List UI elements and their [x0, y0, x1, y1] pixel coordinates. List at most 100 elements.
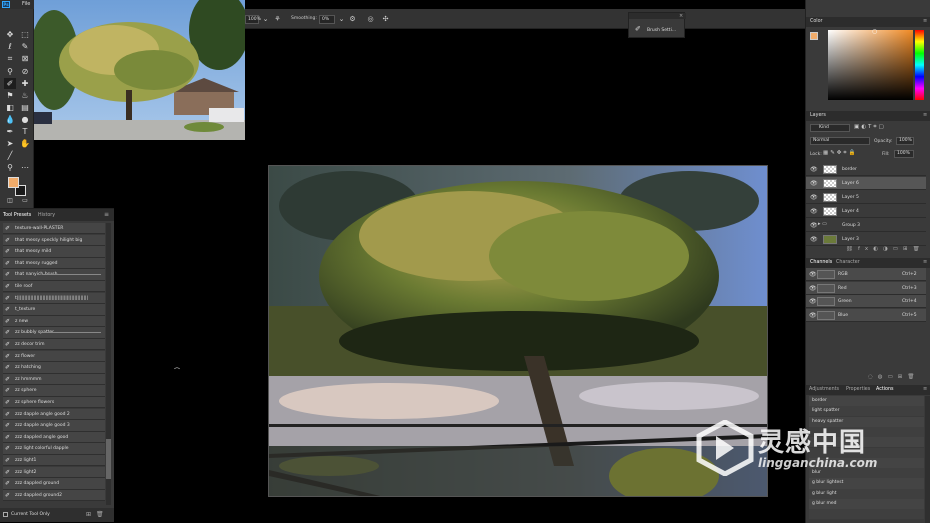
- channel-row[interactable]: 👁 Green Ctrl+4: [806, 295, 926, 308]
- quick-select-tool-icon[interactable]: ✎: [19, 41, 31, 52]
- color-panel-fg-swatch[interactable]: [810, 32, 818, 40]
- brush-settings-label[interactable]: Brush Setti...: [647, 28, 676, 33]
- pen-tool-icon[interactable]: ✒: [4, 126, 16, 137]
- list-item[interactable]: ✐ zzz dapple angle good 2: [3, 408, 105, 420]
- list-item[interactable]: ✐ zz sphere: [3, 385, 105, 397]
- path-select-tool-icon[interactable]: ➤: [4, 138, 16, 149]
- blend-mode-select[interactable]: Normal: [810, 137, 870, 145]
- eye-icon[interactable]: 👁: [810, 180, 818, 187]
- lock-icons[interactable]: ▦✎✥⌗🔒: [823, 150, 857, 157]
- lasso-tool-icon[interactable]: ℓ: [4, 41, 16, 52]
- channel-footer-icons[interactable]: ◌◍▭⊞🗑: [868, 374, 919, 380]
- layer-footer-icons[interactable]: ⛓fx◐◑▭⊞🗑: [846, 246, 925, 252]
- quick-mask-icon[interactable]: ◫: [4, 195, 16, 206]
- hue-slider[interactable]: [915, 30, 924, 100]
- fill-input[interactable]: 100%: [894, 150, 914, 158]
- list-item[interactable]: ✐ that messy mild: [3, 246, 105, 258]
- layers-panel-title[interactable]: Layers: [810, 113, 826, 118]
- zoom-tool-icon[interactable]: ⚲: [4, 162, 16, 173]
- screen-mode-icon[interactable]: ▭: [19, 195, 31, 206]
- list-item[interactable]: ✐ texture-wall-PLASTER: [3, 223, 105, 235]
- layer-filter-kind[interactable]: Kind: [810, 124, 850, 132]
- layer-row[interactable]: 👁 border: [806, 163, 926, 176]
- gradient-tool-icon[interactable]: ▤: [19, 102, 31, 113]
- tab-character[interactable]: Character: [836, 260, 860, 265]
- close-icon[interactable]: ×: [679, 13, 683, 19]
- tab-channels[interactable]: Channels: [810, 260, 832, 265]
- list-item[interactable]: ✐ that nanyich brush: [3, 269, 105, 281]
- eye-icon[interactable]: 👁: [809, 285, 817, 292]
- crop-tool-icon[interactable]: ⌗: [4, 53, 16, 64]
- list-item[interactable]: ✐ tile roof: [3, 281, 105, 293]
- eye-icon[interactable]: 👁: [810, 166, 818, 173]
- action-item[interactable]: g blur light: [809, 488, 924, 499]
- panel-menu-icon[interactable]: ≡: [923, 386, 927, 392]
- list-item[interactable]: ✐ zz hatching: [3, 362, 105, 374]
- tab-tool-presets[interactable]: Tool Presets: [3, 213, 31, 218]
- menu-file[interactable]: File: [22, 1, 30, 7]
- pressure-opacity-icon[interactable]: ◎: [366, 15, 375, 24]
- eye-icon[interactable]: 👁: [809, 271, 817, 278]
- spot-heal-tool-icon[interactable]: ✚: [19, 78, 31, 89]
- frame-tool-icon[interactable]: ⊠: [19, 53, 31, 64]
- list-item[interactable]: ✐ t||||||||||||||||||||||||||||||||||||||…: [3, 292, 105, 304]
- clone-stamp-tool-icon[interactable]: ⚑: [4, 90, 16, 101]
- document-canvas[interactable]: [268, 165, 768, 497]
- eye-icon[interactable]: 👁: [810, 208, 818, 215]
- layer-row[interactable]: 👁 ▸ ▭ Group 3: [806, 219, 926, 232]
- presets-scrollbar-thumb[interactable]: [106, 439, 111, 479]
- tab-history[interactable]: History: [38, 213, 55, 218]
- panel-menu-icon[interactable]: ≡: [923, 112, 927, 118]
- hand-tool-icon[interactable]: ✋: [19, 138, 31, 149]
- eye-icon[interactable]: 👁: [809, 312, 817, 319]
- layer-filter-icons[interactable]: ▣◐T⌗▢: [854, 124, 886, 131]
- list-item[interactable]: ✐ that messy speckly hilight big: [3, 234, 105, 246]
- brush-settings-titlebar[interactable]: [629, 13, 686, 19]
- opacity-input[interactable]: 100%: [896, 137, 914, 145]
- action-item[interactable]: border: [809, 396, 924, 407]
- eye-icon[interactable]: 👁: [810, 222, 818, 229]
- list-item[interactable]: ✐ zzz light2: [3, 466, 105, 478]
- blur-tool-icon[interactable]: 💧: [4, 114, 16, 125]
- move-tool-icon[interactable]: ✥: [4, 29, 16, 40]
- list-item[interactable]: ✐ zz sphere flowers: [3, 397, 105, 409]
- action-item[interactable]: g blur med: [809, 499, 924, 510]
- color-panel-title[interactable]: Color: [810, 19, 823, 24]
- flow-value[interactable]: 100%: [245, 15, 261, 24]
- list-item[interactable]: ✐ zzz dapple angle good 3: [3, 420, 105, 432]
- layer-row[interactable]: 👁 Layer 6: [806, 177, 926, 190]
- list-item[interactable]: ✐ zzz dappled ground: [3, 478, 105, 490]
- panel-menu-icon[interactable]: ≡: [104, 211, 109, 218]
- list-item[interactable]: ✐ t_texture: [3, 304, 105, 316]
- layer-row[interactable]: 👁 Layer 5: [806, 191, 926, 204]
- action-item[interactable]: g blur lightest: [809, 478, 924, 489]
- tab-adjustments[interactable]: Adjustments: [809, 387, 839, 392]
- brush-tool-icon[interactable]: ✐: [4, 78, 16, 89]
- actions-scrollbar[interactable]: [925, 396, 930, 523]
- current-tool-only-checkbox[interactable]: [3, 512, 8, 517]
- list-item[interactable]: ✐ zz decor trim: [3, 339, 105, 351]
- eyedropper-tool-icon[interactable]: ⚲: [4, 66, 16, 77]
- list-item[interactable]: ✐ z new: [3, 315, 105, 328]
- eraser-tool-icon[interactable]: ◧: [4, 102, 16, 113]
- channel-row[interactable]: 👁 Red Ctrl+3: [806, 281, 926, 295]
- list-item[interactable]: ✐ that messy rugged: [3, 257, 105, 270]
- list-item[interactable]: ✐ zz bubbly spatter: [3, 327, 105, 339]
- airbrush-icon[interactable]: ⚘: [273, 15, 282, 24]
- eye-icon[interactable]: 👁: [809, 298, 817, 305]
- line-tool-icon[interactable]: ╱: [4, 150, 16, 161]
- marquee-tool-icon[interactable]: ⬚: [19, 29, 31, 40]
- color-picker-marker-icon[interactable]: ○: [872, 28, 877, 35]
- channel-row[interactable]: 👁 RGB Ctrl+2: [806, 268, 926, 281]
- ruler-tool-icon[interactable]: ⊘: [19, 66, 31, 77]
- layer-row[interactable]: 👁 Layer 3: [806, 233, 926, 246]
- list-item[interactable]: ✐ zz flower: [3, 350, 105, 362]
- foreground-color-swatch[interactable]: [8, 177, 19, 188]
- symmetry-icon[interactable]: ✣: [381, 15, 390, 24]
- list-item[interactable]: ✐ zzz dappled ground2: [3, 489, 105, 502]
- list-item[interactable]: ✐ zz hmmmm: [3, 373, 105, 386]
- action-item[interactable]: light spatter: [809, 406, 924, 417]
- chevron-down-icon[interactable]: ⌄: [261, 15, 270, 24]
- trash-icon[interactable]: 🗑: [96, 511, 104, 518]
- tab-properties[interactable]: Properties: [846, 387, 870, 392]
